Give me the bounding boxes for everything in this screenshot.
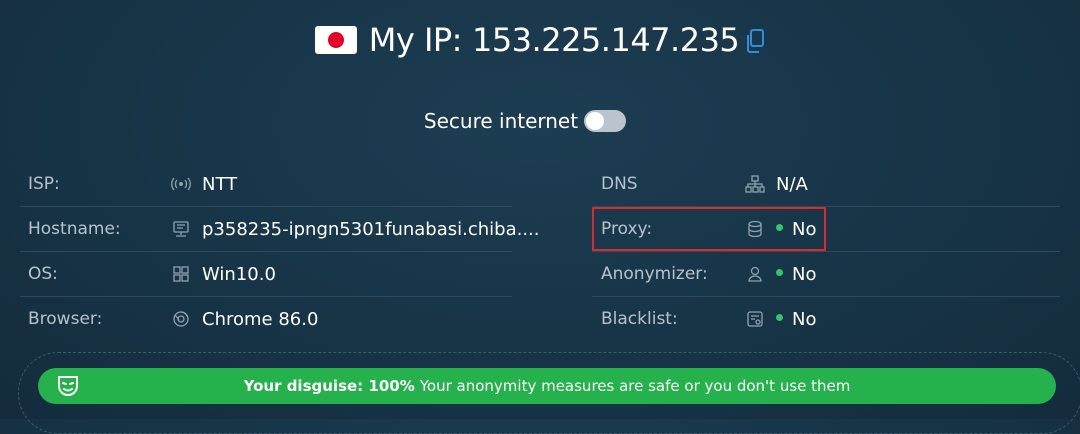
status-dot [776, 314, 783, 321]
dns-row: DNS N/A [592, 162, 1060, 207]
hostname-value: p358235-ipngn5301funabasi.chiba.... [202, 218, 540, 240]
blacklist-value: No [776, 309, 816, 330]
ip-value: 153.225.147.235 [471, 21, 740, 59]
browser-icon [171, 309, 191, 329]
blacklist-label: Blacklist: [601, 309, 678, 329]
status-dot [776, 269, 783, 276]
wifi-signal-icon [171, 174, 191, 194]
secure-internet-toggle[interactable] [584, 110, 627, 132]
disguise-banner: Your disguise: 100% Your anonymity measu… [38, 368, 1056, 404]
secure-internet-label: Secure internet [423, 109, 579, 133]
isp-label: ISP: [28, 174, 60, 194]
ip-label: My IP: [368, 21, 463, 59]
network-icon [745, 174, 765, 194]
ip-header: My IP: 153.225.147.235 [0, 18, 1080, 62]
anonymizer-label: Anonymizer: [601, 264, 708, 284]
os-label: OS: [28, 264, 58, 284]
dns-label: DNS [601, 174, 638, 194]
disguise-message: Your anonymity measures are safe or you … [419, 377, 851, 395]
hostname-row: Hostname: p358235-ipngn5301funabasi.chib… [20, 207, 540, 252]
mask-icon [55, 373, 81, 403]
os-value: Win10.0 [202, 263, 276, 285]
isp-row: ISP: NTT [20, 162, 512, 207]
copy-icon[interactable] [745, 28, 765, 58]
browser-row: Browser: Chrome 86.0 [20, 297, 512, 341]
anonymizer-row: Anonymizer: No [592, 252, 1060, 297]
anonymizer-value: No [776, 264, 816, 285]
dns-value: N/A [776, 173, 808, 195]
secure-internet-row: Secure internet [0, 104, 1080, 138]
server-icon [171, 219, 191, 239]
user-icon [745, 264, 765, 284]
isp-value: NTT [202, 173, 238, 195]
os-row: OS: Win10.0 [20, 252, 512, 297]
japan-flag-icon [314, 26, 357, 54]
windows-icon [171, 264, 191, 284]
disguise-score: Your disguise: 100% [243, 377, 415, 395]
blacklist-icon [745, 309, 765, 329]
browser-value: Chrome 86.0 [202, 308, 319, 330]
browser-label: Browser: [28, 309, 103, 329]
blacklist-value-text: No [792, 308, 817, 330]
anonymizer-value-text: No [792, 263, 817, 285]
blacklist-row: Blacklist: No [592, 297, 1060, 341]
hostname-label: Hostname: [28, 219, 121, 239]
proxy-highlight-box [592, 207, 826, 251]
